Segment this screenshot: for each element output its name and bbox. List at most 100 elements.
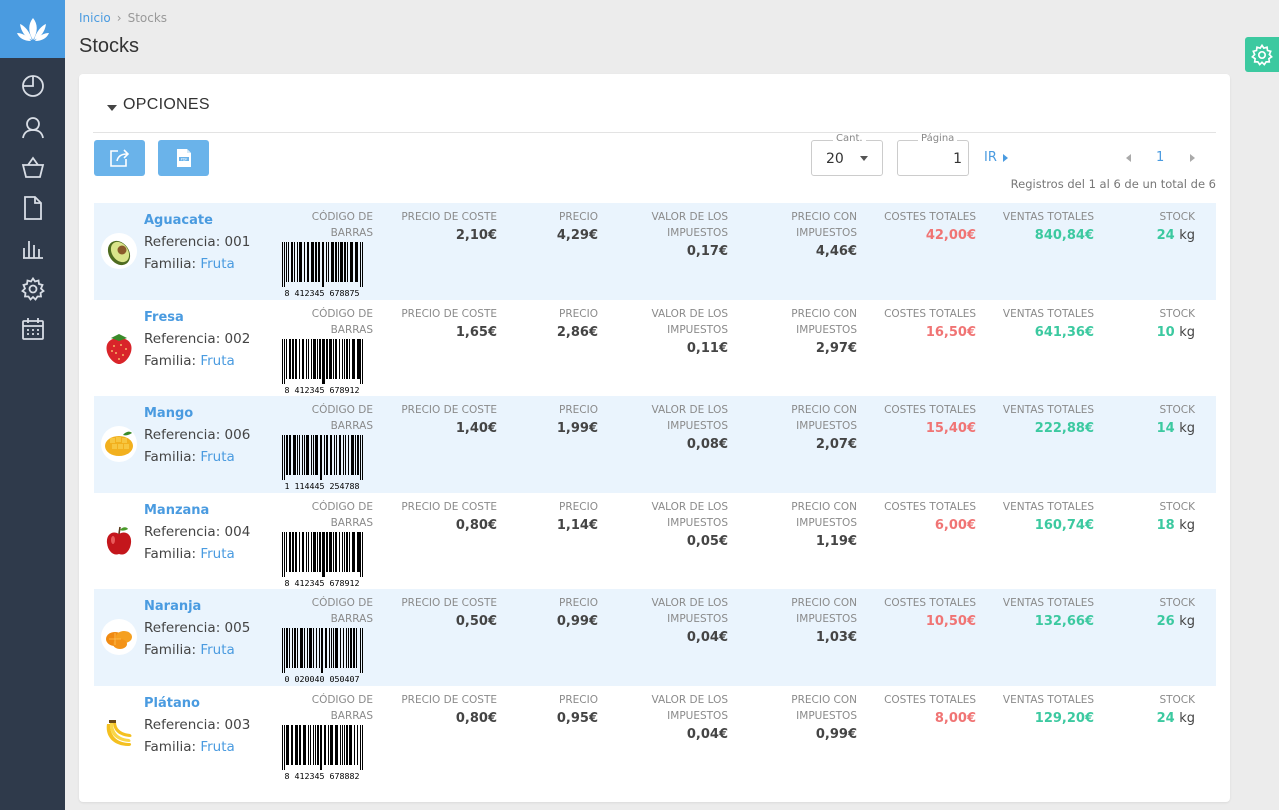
next-page-icon[interactable] (1190, 153, 1196, 162)
cost-price-value: 0,80€ (455, 517, 497, 533)
stock-value: 14 kg (1157, 421, 1195, 436)
go-button[interactable]: IR (984, 150, 1008, 165)
nav-settings[interactable] (0, 269, 65, 310)
table-row[interactable]: Manzana Referencia: 004 Familia: Fruta Códi… (94, 493, 1216, 590)
product-name-link[interactable]: Fresa (144, 310, 184, 325)
cost-price-value: 2,10€ (455, 228, 497, 243)
price-value: 1,99€ (556, 421, 598, 436)
total-sales-label: Ventas totales (1002, 597, 1094, 609)
product-reference: Referencia: 003 (144, 716, 251, 733)
stock-value: 10 kg (1157, 325, 1195, 340)
barcode-image: 8 412345 678875 (282, 242, 363, 297)
product-name-link[interactable]: Naranja (144, 599, 201, 614)
sidebar (0, 0, 65, 810)
product-reference: Referencia: 001 (144, 234, 251, 250)
gear-icon (1251, 43, 1273, 66)
product-name-link[interactable]: Mango (144, 406, 193, 421)
tax-value: 0,11€ (686, 340, 728, 356)
page-input[interactable]: Página 1 (897, 133, 969, 176)
svg-text:PDF: PDF (180, 157, 187, 161)
nav-reports[interactable] (0, 228, 65, 269)
total-costs-value: 8,00€ (934, 710, 976, 726)
cost-price-value: 0,50€ (455, 614, 497, 629)
total-sales-value: 129,20€ (1034, 710, 1094, 726)
stock-list: Aguacate Referencia: 001 Familia: Fruta Cód… (94, 203, 1216, 782)
stock-label: Stock (1159, 211, 1195, 223)
pie-chart-icon (21, 75, 44, 98)
quantity-label: Cant. (833, 133, 866, 144)
banana-icon (101, 715, 137, 752)
price-with-tax-value: 2,97€ (815, 340, 857, 356)
breadcrumb-home-link[interactable]: Inicio (79, 11, 111, 25)
product-name-link[interactable]: Manzana (144, 503, 209, 518)
table-row[interactable]: Fresa Referencia: 002 Familia: Fruta Código… (94, 300, 1216, 397)
family-link[interactable]: Fruta (200, 256, 234, 272)
pdf-export-button[interactable]: PDF (158, 140, 209, 176)
nav-sales[interactable] (0, 147, 65, 188)
total-sales-label: Ventas totales (1002, 404, 1094, 416)
barcode-image: 8 412345 678912 (282, 531, 363, 587)
barcode-number: 8 412345 678875 (285, 288, 360, 297)
cost-price-label: Precio de coste (401, 404, 497, 416)
total-costs-label: Costes totales (884, 404, 976, 416)
barcode-number: 1 114445 254788 (285, 481, 360, 490)
table-row[interactable]: Mango Referencia: 006 Familia: Fruta Código… (94, 396, 1216, 493)
settings-fab-button[interactable] (1245, 37, 1279, 72)
stock-label: Stock (1159, 693, 1195, 706)
barcode-number: 8 412345 678882 (285, 771, 360, 780)
user-icon (21, 116, 44, 138)
family-link[interactable]: Fruta (200, 449, 234, 465)
page-number-link[interactable]: 1 (1156, 150, 1164, 165)
stock-label: Stock (1159, 597, 1195, 609)
cost-price-label: Precio de coste (401, 307, 497, 320)
price-with-tax-label: Precio con impuestos (791, 500, 857, 529)
stock-label: Stock (1159, 307, 1195, 320)
options-toggle[interactable]: OPCIONES (93, 96, 1216, 133)
nav-calendar[interactable] (0, 309, 65, 350)
nav-documents[interactable] (0, 188, 65, 229)
price-with-tax-value: 1,19€ (815, 533, 857, 549)
stock-unit: kg (1179, 324, 1195, 340)
product-name-link[interactable]: Plátano (144, 696, 200, 711)
stock-unit: kg (1179, 517, 1195, 533)
family-label: Familia: (144, 545, 197, 562)
product-name-link[interactable]: Aguacate (144, 213, 213, 228)
total-sales-value: 641,36€ (1034, 324, 1094, 340)
family-link[interactable]: Fruta (200, 642, 234, 658)
price-with-tax-value: 0,99€ (815, 726, 857, 742)
family-label: Familia: (144, 642, 197, 658)
total-sales-label: Ventas totales (1002, 500, 1094, 513)
family-label: Familia: (144, 352, 197, 369)
table-row[interactable]: Naranja Referencia: 005 Familia: Fruta Códi… (94, 589, 1216, 686)
total-sales-value: 840,84€ (1034, 228, 1094, 243)
total-costs-label: Costes totales (884, 597, 976, 609)
stock-unit: kg (1179, 228, 1195, 243)
barcode-image: 0 020040 050407 (282, 628, 363, 683)
export-button[interactable] (94, 140, 145, 176)
total-costs-label: Costes totales (884, 307, 976, 320)
records-info: Registros del 1 al 6 de un total de 6 (1010, 177, 1216, 191)
stock-value: 24 kg (1157, 228, 1195, 243)
family-link[interactable]: Fruta (200, 546, 234, 562)
cost-price-value: 1,40€ (455, 421, 497, 436)
table-row[interactable]: Plátano Referencia: 003 Familia: Fruta Códi… (94, 686, 1216, 783)
app-logo[interactable] (0, 0, 65, 58)
orange-icon (101, 619, 137, 655)
avocado-icon (101, 233, 137, 269)
price-with-tax-value: 2,07€ (815, 437, 857, 452)
mango-icon (101, 426, 137, 462)
cost-price-label: Precio de coste (401, 211, 497, 223)
nav-dashboard[interactable] (0, 66, 65, 107)
total-costs-value: 15,40€ (925, 421, 976, 436)
quantity-select[interactable]: Cant. 20 (811, 133, 883, 176)
family-link[interactable]: Fruta (200, 739, 234, 755)
pagination: 1 (1126, 150, 1196, 165)
family-link[interactable]: Fruta (200, 353, 234, 369)
table-row[interactable]: Aguacate Referencia: 001 Familia: Fruta Cód… (94, 203, 1216, 300)
prev-page-icon[interactable] (1126, 153, 1131, 162)
breadcrumb: Inicio › Stocks (79, 11, 167, 25)
share-export-icon (109, 149, 129, 167)
total-costs-value: 16,50€ (925, 324, 976, 340)
tax-value: 0,17€ (686, 244, 728, 259)
nav-customers[interactable] (0, 107, 65, 148)
